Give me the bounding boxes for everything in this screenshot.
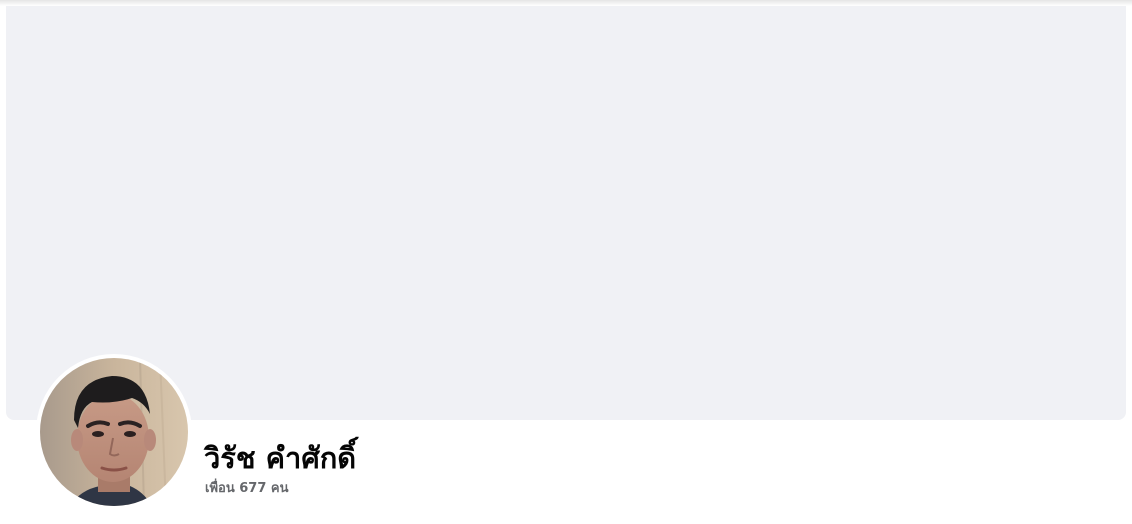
friends-count-link[interactable]: เพื่อน 677 คน [205, 480, 288, 498]
cover-photo[interactable] [6, 6, 1126, 420]
profile-name: วิรัช คำศักดิ์ [204, 441, 357, 475]
profile-picture[interactable] [40, 358, 188, 506]
profile-page: วิรัช คำศักดิ์ เพื่อน 677 คน [0, 0, 1132, 524]
profile-picture-frame [36, 354, 192, 510]
